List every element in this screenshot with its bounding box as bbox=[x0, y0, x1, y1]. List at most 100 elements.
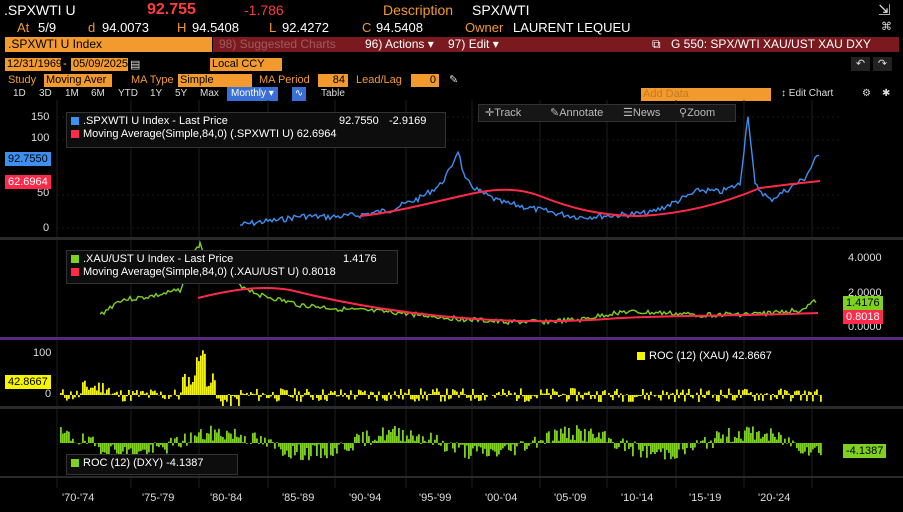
suggested-charts-button[interactable]: 98) Suggested Charts bbox=[219, 37, 336, 52]
roc-dxy-bar bbox=[534, 436, 536, 443]
roc-dxy-bar bbox=[288, 443, 290, 458]
roc-dxy-bar bbox=[624, 443, 626, 452]
study-select[interactable]: Moving Aver bbox=[44, 74, 112, 87]
roc-xau-bar bbox=[794, 391, 796, 395]
roc-dxy-bar bbox=[574, 440, 576, 443]
roc-dxy-bar bbox=[650, 443, 652, 455]
roc-dxy-bar bbox=[278, 443, 280, 447]
roc-dxy-bar bbox=[158, 443, 160, 448]
security-field[interactable]: .SPXWTI U Index bbox=[5, 37, 212, 52]
roc-xau-bar bbox=[634, 395, 636, 398]
roc-xau-bar bbox=[256, 388, 258, 395]
edit-chart-button[interactable]: ↕ Edit Chart bbox=[781, 87, 833, 101]
roc-xau-bar bbox=[84, 380, 86, 395]
roc-dxy-bar bbox=[182, 440, 184, 443]
roc-dxy-bar bbox=[710, 440, 712, 443]
range-3d[interactable]: 3D bbox=[39, 87, 52, 101]
track-tool[interactable]: ✛ Track bbox=[485, 105, 521, 121]
roc-dxy-bar bbox=[402, 430, 404, 443]
roc-xau-bar bbox=[700, 388, 702, 395]
news-tool[interactable]: ☰ News bbox=[623, 105, 660, 121]
roc-xau-bar bbox=[690, 395, 692, 397]
roc-dxy-bar bbox=[668, 443, 670, 453]
roc-dxy-bar bbox=[442, 440, 444, 443]
edit-menu[interactable]: 97) Edit ▾ bbox=[448, 37, 499, 52]
roc-dxy-bar bbox=[570, 439, 572, 443]
roc-xau-bar bbox=[320, 395, 322, 400]
roc-xau-bar bbox=[108, 387, 110, 395]
roc-xau-bar bbox=[470, 395, 472, 401]
annotate-tool[interactable]: ✎ Annotate bbox=[550, 105, 603, 121]
leadlag-field[interactable]: 0 bbox=[411, 74, 439, 87]
roc-dxy-bar bbox=[306, 443, 308, 449]
range-ytd[interactable]: YTD bbox=[118, 87, 138, 101]
roc-xau-bar bbox=[294, 388, 296, 395]
popout-icon[interactable]: ⧉ bbox=[652, 37, 661, 52]
roc-xau-bar bbox=[778, 390, 780, 395]
pencil-icon[interactable]: ✎ bbox=[449, 73, 458, 86]
xau-ust-ma-line bbox=[197, 287, 819, 323]
range-1m[interactable]: 1M bbox=[65, 87, 79, 101]
calendar-icon[interactable]: ▤ bbox=[130, 58, 140, 71]
roc-dxy-bar bbox=[544, 443, 546, 444]
roc-xau-bar bbox=[798, 390, 800, 395]
range-5y[interactable]: 5Y bbox=[175, 87, 187, 101]
roc-xau-bar bbox=[508, 390, 510, 395]
roc-xau-bar bbox=[410, 395, 412, 400]
date-to-field[interactable]: 05/09/2025 bbox=[71, 58, 128, 71]
roc-dxy-bar bbox=[806, 443, 808, 448]
roc-xau-bar bbox=[628, 395, 630, 402]
roc-dxy-bar bbox=[276, 442, 278, 443]
settings-icon[interactable]: ⚙ bbox=[862, 87, 871, 101]
roc-dxy-bar bbox=[264, 437, 266, 443]
roc-xau-bar bbox=[752, 395, 754, 397]
roc-dxy-bar bbox=[592, 433, 594, 443]
roc-dxy-bar bbox=[654, 443, 656, 454]
undo-icon[interactable]: ↶ bbox=[851, 57, 870, 71]
currency-select[interactable]: Local CCY bbox=[210, 58, 282, 71]
roc-dxy-bar bbox=[318, 443, 320, 445]
legend-change: -2.9169 bbox=[389, 115, 427, 127]
roc-xau-bar bbox=[236, 395, 238, 400]
roc-xau-bar bbox=[526, 395, 528, 401]
roc-xau-bar bbox=[524, 395, 526, 402]
chart-type-icon[interactable]: ∿ bbox=[292, 87, 306, 101]
roc-xau-bar bbox=[86, 386, 88, 395]
roc-xau-bar bbox=[514, 392, 516, 395]
roc-dxy-bar bbox=[342, 443, 344, 444]
frequency-select[interactable]: Monthly ▾ bbox=[227, 87, 278, 101]
roc-xau-bar bbox=[448, 395, 450, 400]
chart-area[interactable] bbox=[0, 100, 903, 490]
roc-xau-bar bbox=[354, 395, 356, 400]
roc-xau-bar bbox=[578, 391, 580, 395]
roc-dxy-bar bbox=[554, 429, 556, 443]
actions-menu[interactable]: 96) Actions ▾ bbox=[365, 37, 434, 52]
options-icon[interactable]: ✱ bbox=[882, 87, 890, 101]
ma-period-field[interactable]: 84 bbox=[318, 74, 348, 87]
roc-xau-bar bbox=[398, 395, 400, 399]
range-1y[interactable]: 1Y bbox=[150, 87, 162, 101]
roc-xau-bar bbox=[788, 393, 790, 395]
tag-icon[interactable]: ⌘ bbox=[881, 20, 892, 33]
ma-type-select[interactable]: Simple bbox=[178, 74, 252, 87]
roc-dxy-bar bbox=[174, 438, 176, 443]
export-icon[interactable]: ⇲ bbox=[878, 1, 891, 19]
roc-xau-bar bbox=[344, 392, 346, 395]
range-6m[interactable]: 6M bbox=[91, 87, 105, 101]
roc-xau-bar bbox=[370, 391, 372, 395]
roc-dxy-bar bbox=[732, 441, 734, 443]
redo-icon[interactable]: ↷ bbox=[873, 57, 892, 71]
roc-dxy-bar bbox=[418, 434, 420, 443]
roc-dxy-bar bbox=[638, 443, 640, 450]
date-from-field[interactable]: 12/31/1969 bbox=[5, 58, 62, 71]
roc-dxy-bar bbox=[476, 443, 478, 452]
roc-xau-bar bbox=[156, 393, 158, 395]
table-button[interactable]: Table bbox=[321, 87, 345, 101]
range-1d[interactable]: 1D bbox=[13, 87, 26, 101]
roc-xau-bar bbox=[444, 395, 446, 402]
roc-dxy-bar bbox=[128, 443, 130, 450]
zoom-tool[interactable]: ⚲ Zoom bbox=[679, 105, 715, 121]
range-max[interactable]: Max bbox=[200, 87, 219, 101]
date-separator: - bbox=[63, 58, 67, 70]
roc-dxy-bar bbox=[508, 443, 510, 451]
